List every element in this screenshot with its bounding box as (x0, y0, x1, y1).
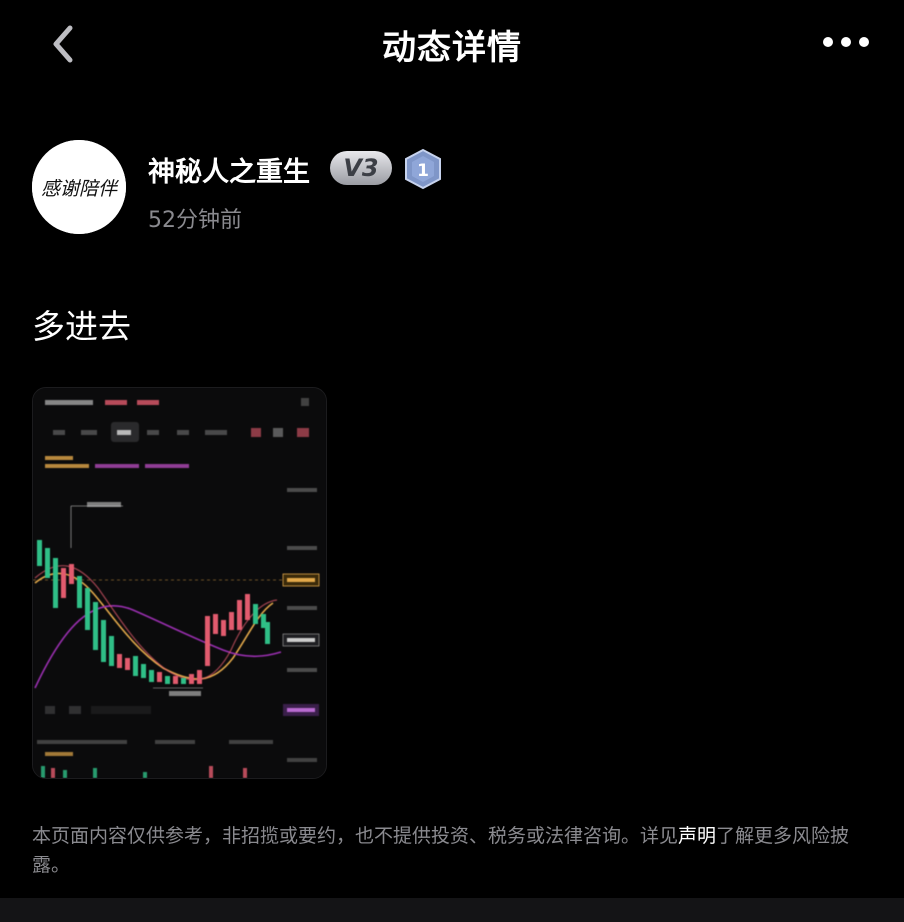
level-badge: 1 (402, 148, 444, 190)
avatar-image: 感谢陪伴 (32, 140, 126, 234)
chart-screenshot-image (33, 388, 326, 778)
disclaimer-text: 本页面内容仅供参考，非招揽或要约，也不提供投资、税务或法律咨询。详见 (32, 825, 679, 847)
more-button[interactable] (818, 28, 874, 56)
post-text: 多进去 (32, 307, 131, 346)
disclaimer: 本页面内容仅供参考，非招揽或要约，也不提供投资、税务或法律咨询。详见声明了解更多… (32, 822, 872, 880)
post-time: 52分钟前 (148, 208, 242, 233)
vip-badge: V3 (330, 151, 392, 185)
disclaimer-link[interactable]: 声明 (678, 825, 716, 847)
post-image[interactable] (32, 387, 327, 779)
more-horizontal-icon (823, 37, 869, 47)
page-title: 动态详情 (382, 28, 522, 68)
avatar[interactable]: 感谢陪伴 (32, 140, 126, 234)
level-number: 1 (417, 161, 429, 181)
bottom-bar (0, 898, 904, 922)
author-name[interactable]: 神秘人之重生 (148, 150, 310, 189)
avatar-text: 感谢陪伴 (41, 178, 119, 200)
top-bar: 动态详情 (0, 0, 904, 88)
hexagon-level-icon: 1 (405, 148, 441, 190)
